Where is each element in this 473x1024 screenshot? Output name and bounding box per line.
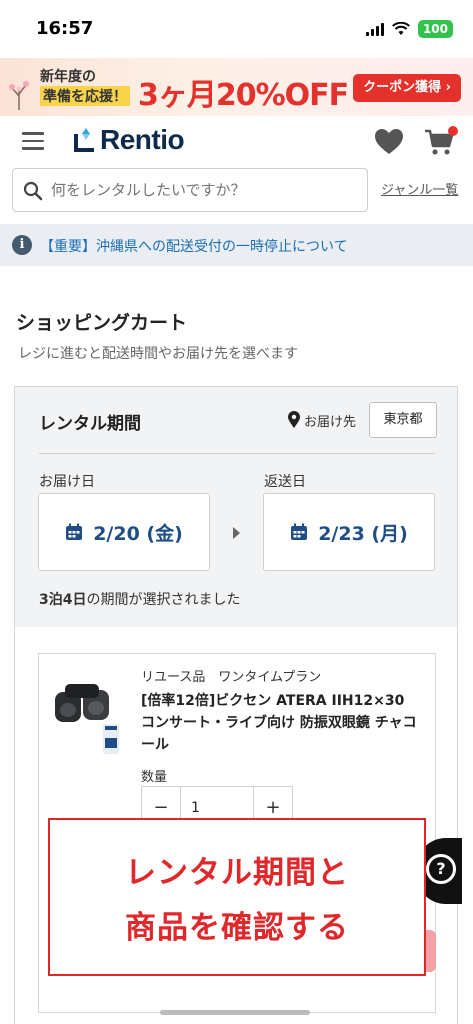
period-length: 3泊4日 <box>39 592 87 608</box>
hamburger-menu-icon[interactable] <box>22 132 44 150</box>
calendar-icon <box>66 523 83 540</box>
info-icon: i <box>12 235 32 255</box>
heart-icon[interactable] <box>374 128 404 156</box>
promo-line2: 準備を応援！ <box>40 86 130 106</box>
period-message-text: の期間が選択されました <box>86 592 241 608</box>
page-title: ショッピングカート <box>16 312 188 334</box>
return-date-value: 2/23 (月) <box>318 522 408 545</box>
item-name[interactable]: [倍率12倍]ビクセン ATERA IIH12×30 コンサート・ライブ向け 防… <box>141 690 421 756</box>
search-input[interactable] <box>51 169 361 211</box>
binoculars-image <box>55 684 119 754</box>
promo-line1: 新年度の <box>40 69 96 85</box>
promo-banner[interactable]: 新年度の 準備を応援！ 3ヶ月20%OFF クーポン獲得 › <box>0 58 473 116</box>
return-date-label: 返送日 <box>264 474 306 490</box>
coupon-button[interactable]: クーポン獲得 › <box>353 74 461 102</box>
location-pin-icon <box>288 411 300 428</box>
page-subtitle: レジに進むと配送時間やお届け先を選べます <box>18 346 298 362</box>
caption-line2: 商品を確認する <box>125 910 349 946</box>
search-icon <box>23 181 43 201</box>
promo-headline: 3ヶ月20%OFF <box>138 78 349 113</box>
battery-icon: 100 <box>417 20 453 38</box>
flower-icon <box>9 81 29 110</box>
cart-badge <box>448 126 458 136</box>
notice-bar[interactable]: i 【重要】沖縄県への配送受付の一時停止について <box>0 224 473 266</box>
status-bar: 16:57 100 <box>0 0 473 58</box>
search-box[interactable] <box>12 168 368 212</box>
deliver-date-label: お届け日 <box>39 474 95 490</box>
arrow-right-icon <box>233 527 240 539</box>
status-time: 16:57 <box>36 18 94 39</box>
wifi-icon <box>392 22 410 35</box>
signal-icon <box>365 22 384 36</box>
quantity-label: 数量 <box>141 770 168 785</box>
help-icon: ? <box>426 854 456 884</box>
logo[interactable]: Rentio <box>72 124 185 156</box>
rental-period-label: レンタル期間 <box>39 414 141 434</box>
status-icons: 100 <box>365 20 453 38</box>
logo-text: Rentio <box>100 124 185 155</box>
prefecture-button[interactable]: 東京都 <box>369 402 437 438</box>
product-image[interactable] <box>51 680 125 758</box>
notice-link[interactable]: 【重要】沖縄県への配送受付の一時停止について <box>40 236 348 256</box>
deliver-date-button[interactable]: 2/20 (金) <box>38 493 210 571</box>
logo-mark-icon <box>74 128 94 152</box>
deliver-to-label: お届け先 <box>304 415 357 430</box>
caption-line1: レンタル期間と <box>125 855 349 891</box>
calendar-icon <box>291 523 308 540</box>
return-date-button[interactable]: 2/23 (月) <box>263 493 435 571</box>
home-indicator <box>160 1010 310 1015</box>
period-message: 3泊4日の期間が選択されました <box>39 589 240 609</box>
caption-overlay: レンタル期間と 商品を確認する <box>48 818 426 976</box>
site-header: Rentio <box>0 116 473 168</box>
genre-list-link[interactable]: ジャンル一覧 <box>381 179 458 198</box>
deliver-date-value: 2/20 (金) <box>93 522 183 545</box>
item-tags: リユース品 ワンタイムプラン <box>141 670 322 685</box>
divider <box>39 453 435 454</box>
